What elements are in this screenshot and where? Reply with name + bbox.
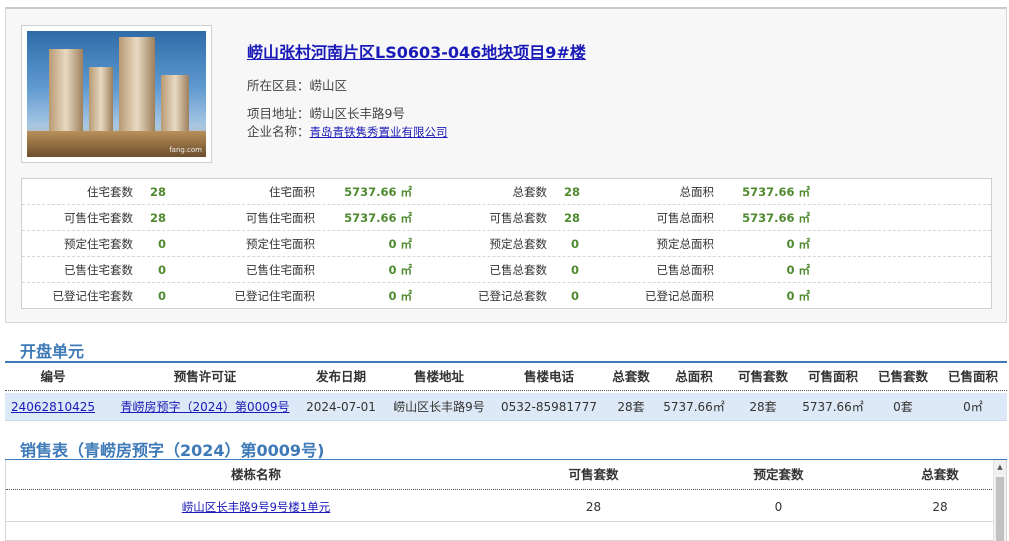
stat-label: 已售住宅面积 xyxy=(246,263,315,277)
stat-label: 已售总面积 xyxy=(656,263,715,277)
stat-label: 已登记总面积 xyxy=(645,289,714,303)
available-units: 28 xyxy=(585,500,602,514)
stat-value: 28 xyxy=(150,211,167,225)
sales-address: 崂山区长丰路9号 xyxy=(393,400,485,414)
column-header: 预定套数 xyxy=(753,467,804,482)
column-header: 可售套数 xyxy=(568,467,619,482)
stat-label: 预定总套数 xyxy=(489,237,548,251)
company-label: 企业名称： xyxy=(247,124,310,139)
stat-value: 0 ㎡ xyxy=(388,289,412,303)
reserved-units: 0 xyxy=(774,500,783,514)
column-header: 可售套数 xyxy=(737,369,788,384)
stats-row: 已登记住宅套数 0 已登记住宅面积 0 ㎡ 已登记总套数 0 已登记总面积 0 … xyxy=(22,283,991,309)
company-line: 企业名称：青岛青铁隽秀置业有限公司 xyxy=(247,121,448,140)
stat-value: 28 xyxy=(564,185,581,199)
stat-value: 5737.66 ㎡ xyxy=(742,185,810,199)
stats-row: 预定住宅套数 0 预定住宅面积 0 ㎡ 预定总套数 0 预定总面积 0 ㎡ xyxy=(22,231,991,257)
address-label: 项目地址： xyxy=(247,106,310,121)
photo-watermark: fang.com xyxy=(169,146,202,154)
column-header: 发布日期 xyxy=(315,369,366,384)
column-header: 已售套数 xyxy=(877,369,928,384)
total-units: 28 xyxy=(932,500,948,514)
table-row[interactable]: 24062810425 青崂房预字（2024）第0009号 2024-07-01… xyxy=(5,393,1007,421)
stat-value: 0 xyxy=(158,289,167,303)
building-name-link[interactable]: 崂山区长丰路9号9号楼1单元 xyxy=(6,492,506,522)
sales-phone: 0532-85981777 xyxy=(501,400,597,414)
units-section-title: 开盘单元 xyxy=(20,342,85,361)
stat-value: 28 xyxy=(150,185,167,199)
sold-area: 0㎡ xyxy=(963,400,983,414)
stats-table: 住宅套数 28 住宅面积 5737.66 ㎡ 总套数 28 总面积 5737.6… xyxy=(21,178,992,309)
stat-value: 0 ㎡ xyxy=(786,289,810,303)
stat-value: 5737.66 ㎡ xyxy=(344,211,412,225)
scroll-up-arrow-icon[interactable]: ▲ xyxy=(994,460,1006,474)
column-header: 楼栋名称 xyxy=(230,467,281,482)
stat-label: 预定总面积 xyxy=(656,237,715,251)
stat-label: 预定住宅套数 xyxy=(64,237,133,251)
stat-label: 总套数 xyxy=(512,185,548,199)
column-header: 编号 xyxy=(40,369,66,384)
stat-value: 0 xyxy=(158,263,167,277)
stat-label: 已登记住宅套数 xyxy=(52,289,134,303)
available-area: 5737.66㎡ xyxy=(802,400,864,414)
total-units: 28套 xyxy=(617,400,645,414)
presale-permit-link[interactable]: 青崂房预字（2024）第0009号 xyxy=(110,393,300,421)
release-date: 2024-07-01 xyxy=(306,400,376,414)
stat-label: 住宅套数 xyxy=(87,185,133,199)
sales-section-title: 销售表（青崂房预字（2024）第0009号) xyxy=(20,441,325,460)
stat-value: 0 xyxy=(158,237,167,251)
stat-label: 已售住宅套数 xyxy=(64,263,133,277)
stat-value: 5737.66 ㎡ xyxy=(742,211,810,225)
column-header: 售楼电话 xyxy=(523,369,574,384)
stat-label: 可售总套数 xyxy=(489,211,548,225)
project-info-panel: fang.com 崂山张村河南片区LS0603-046地块项目9#楼 所在区县：… xyxy=(5,7,1007,323)
address-value: 崂山区长丰路9号 xyxy=(309,106,405,121)
stat-label: 预定住宅面积 xyxy=(246,237,315,251)
project-title-link[interactable]: 崂山张村河南片区LS0603-046地块项目9#楼 xyxy=(247,39,586,63)
stat-label: 已登记住宅面积 xyxy=(234,289,316,303)
column-header: 总套数 xyxy=(921,467,959,482)
scroll-thumb[interactable] xyxy=(996,477,1004,541)
stats-row: 住宅套数 28 住宅面积 5737.66 ㎡ 总套数 28 总面积 5737.6… xyxy=(22,179,991,205)
stat-label: 住宅面积 xyxy=(269,185,315,199)
district-value: 崂山区 xyxy=(309,78,348,93)
available-units: 28套 xyxy=(749,400,777,414)
project-photo[interactable]: fang.com xyxy=(27,31,206,157)
district-label: 所在区县： xyxy=(247,78,310,93)
column-header: 总套数 xyxy=(612,369,650,384)
company-link[interactable]: 青岛青铁隽秀置业有限公司 xyxy=(310,125,448,139)
stat-label: 总面积 xyxy=(679,185,715,199)
column-header: 已售面积 xyxy=(947,369,998,384)
column-header: 售楼地址 xyxy=(413,369,464,384)
district-line: 所在区县：崂山区 xyxy=(247,75,347,94)
stat-label: 已售总套数 xyxy=(489,263,548,277)
stat-value: 0 ㎡ xyxy=(786,263,810,277)
stat-label: 可售住宅面积 xyxy=(246,211,315,225)
stat-label: 可售住宅套数 xyxy=(64,211,133,225)
stat-value: 0 ㎡ xyxy=(786,237,810,251)
stat-label: 已登记总套数 xyxy=(478,289,547,303)
unit-id-link[interactable]: 24062810425 xyxy=(5,393,101,421)
project-photo-frame: fang.com xyxy=(21,25,212,163)
stat-value: 5737.66 ㎡ xyxy=(344,185,412,199)
sold-units: 0套 xyxy=(893,400,913,414)
stat-label: 可售总面积 xyxy=(656,211,715,225)
stat-value: 28 xyxy=(564,211,581,225)
column-header: 总面积 xyxy=(675,369,713,384)
units-table-header: 编号 预售许可证 发布日期 售楼地址 售楼电话 总套数 总面积 可售套数 可售面… xyxy=(5,363,1007,391)
column-header: 预售许可证 xyxy=(173,369,237,384)
stats-row: 可售住宅套数 28 可售住宅面积 5737.66 ㎡ 可售总套数 28 可售总面… xyxy=(22,205,991,231)
table-row[interactable]: 崂山区长丰路9号9号楼1单元 28 0 28 xyxy=(6,492,996,522)
sales-table-header: 楼栋名称 可售套数 预定套数 总套数 xyxy=(6,460,996,490)
stats-row: 已售住宅套数 0 已售住宅面积 0 ㎡ 已售总套数 0 已售总面积 0 ㎡ xyxy=(22,257,991,283)
sales-table: 楼栋名称 可售套数 预定套数 总套数 崂山区长丰路9号9号楼1单元 28 0 2… xyxy=(5,460,1007,541)
total-area: 5737.66㎡ xyxy=(663,400,725,414)
stat-value: 0 ㎡ xyxy=(388,263,412,277)
address-line: 项目地址：崂山区长丰路9号 xyxy=(247,103,405,122)
stat-value: 0 ㎡ xyxy=(388,237,412,251)
column-header: 可售面积 xyxy=(807,369,858,384)
vertical-scrollbar[interactable]: ▲ xyxy=(993,460,1006,541)
